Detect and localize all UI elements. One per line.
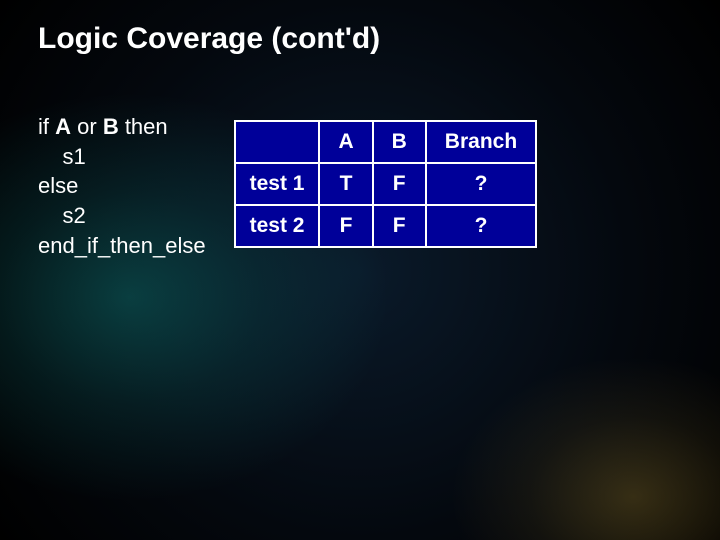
table-row: test 1 T F ? — [235, 163, 537, 205]
code-line-s1: s1 — [38, 144, 86, 169]
table-cell-b: F — [373, 205, 426, 247]
table-row-label: test 2 — [235, 205, 320, 247]
code-var-a: A — [55, 114, 71, 139]
table-cell-a: F — [319, 205, 372, 247]
slide-content: if A or B then s1 else s2 end_if_then_el… — [38, 112, 682, 260]
slide: Logic Coverage (cont'd) if A or B then s… — [0, 0, 720, 540]
slide-title: Logic Coverage (cont'd) — [38, 22, 682, 56]
code-line-else: else — [38, 173, 78, 198]
code-block: if A or B then s1 else s2 end_if_then_el… — [38, 112, 206, 260]
code-kw-if: if — [38, 114, 55, 139]
logic-table-wrap: A B Branch test 1 T F ? test 2 F F ? — [234, 120, 538, 248]
code-line-end: end_if_then_else — [38, 233, 206, 258]
table-cell-b: F — [373, 163, 426, 205]
code-line-s2: s2 — [38, 203, 86, 228]
code-kw-then: then — [119, 114, 168, 139]
table-cell-branch: ? — [426, 163, 536, 205]
table-header-row: A B Branch — [235, 121, 537, 163]
table-cell-branch: ? — [426, 205, 536, 247]
table-header-a: A — [319, 121, 372, 163]
table-row-label: test 1 — [235, 163, 320, 205]
table-row: test 2 F F ? — [235, 205, 537, 247]
logic-table: A B Branch test 1 T F ? test 2 F F ? — [234, 120, 538, 248]
table-cell-a: T — [319, 163, 372, 205]
code-var-b: B — [103, 114, 119, 139]
code-kw-or: or — [71, 114, 103, 139]
table-header-blank — [235, 121, 320, 163]
table-header-b: B — [373, 121, 426, 163]
table-header-branch: Branch — [426, 121, 536, 163]
